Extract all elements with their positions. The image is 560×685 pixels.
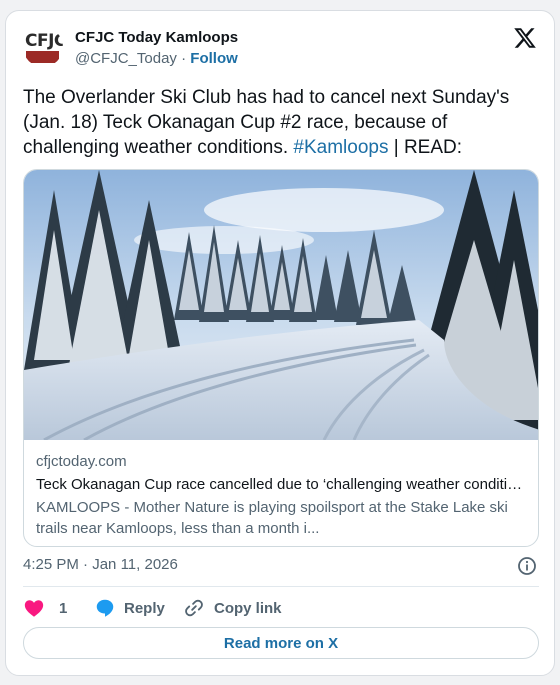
link-preview-card[interactable]: cfjctoday.com Teck Okanagan Cup race can… <box>23 169 539 547</box>
post-header: CFJC CFJC Today Kamloops @CFJC_Today · F… <box>6 11 554 81</box>
post-text-tail: | READ: <box>393 137 463 158</box>
post-timestamp[interactable]: 4:25 PM · Jan 11, 2026 <box>23 556 178 573</box>
copy-link-button[interactable]: Copy link <box>183 596 282 620</box>
divider <box>23 586 539 587</box>
handle-separator: · <box>181 50 187 67</box>
heart-icon <box>24 600 44 617</box>
avatar[interactable]: CFJC <box>23 27 63 67</box>
timestamp-separator: · <box>83 556 89 573</box>
handle-row: @CFJC_Today · Follow <box>75 50 238 67</box>
avatar-logo-bar <box>26 51 59 63</box>
account-name[interactable]: CFJC Today Kamloops <box>75 29 238 46</box>
account-handle[interactable]: @CFJC_Today <box>75 50 177 67</box>
post-date: Jan 11, 2026 <box>92 556 178 573</box>
link-preview-image <box>24 170 538 440</box>
like-count: 1 <box>59 599 68 617</box>
reply-label: Reply <box>124 599 165 617</box>
link-title: Teck Okanagan Cup race cancelled due to … <box>36 476 523 493</box>
copy-link-label: Copy link <box>214 599 282 617</box>
embedded-post-card: CFJC CFJC Today Kamloops @CFJC_Today · F… <box>5 10 555 676</box>
read-more-button[interactable]: Read more on X <box>23 627 539 659</box>
x-logo-icon[interactable] <box>513 26 537 50</box>
post-text: The Overlander Ski Club has had to cance… <box>23 85 543 160</box>
link-description: KAMLOOPS - Mother Nature is playing spoi… <box>36 499 508 537</box>
follow-button[interactable]: Follow <box>190 50 238 67</box>
avatar-logo-text: CFJC <box>25 31 63 51</box>
link-domain: cfjctoday.com <box>36 453 127 470</box>
reply-button[interactable]: Reply <box>94 596 165 620</box>
info-icon[interactable] <box>517 556 537 576</box>
post-time: 4:25 PM <box>23 556 79 573</box>
like-button[interactable]: 1 <box>23 596 67 620</box>
hashtag-link[interactable]: #Kamloops <box>293 137 388 158</box>
link-icon <box>185 599 203 617</box>
action-bar: 1 Reply Copy link <box>23 596 539 620</box>
reply-bubble-icon <box>96 599 114 617</box>
